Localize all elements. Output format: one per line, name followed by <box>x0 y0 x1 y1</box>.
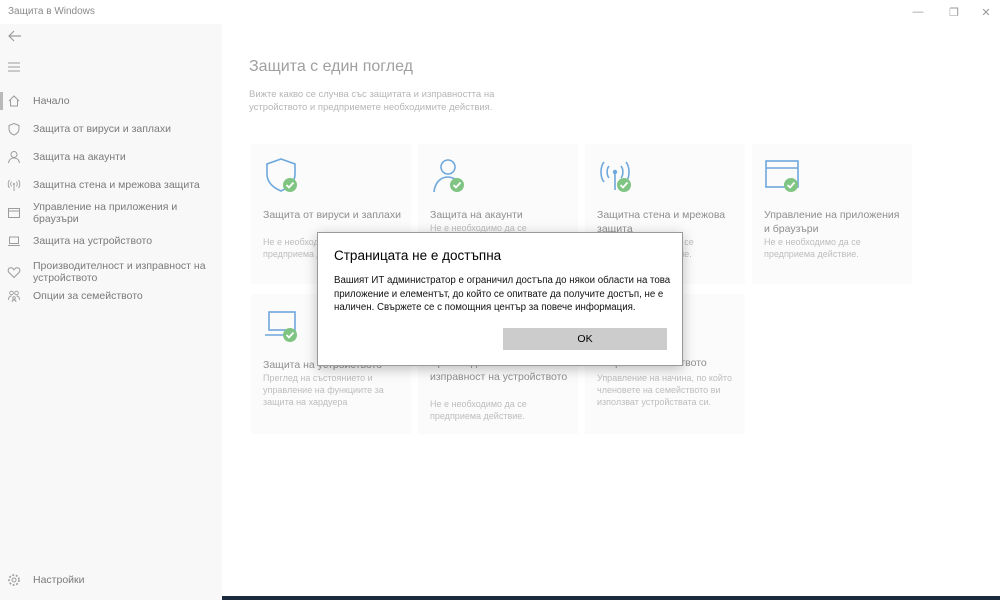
window-title: Защита в Windows <box>8 6 95 17</box>
sidebar-item-family-options[interactable]: Опции за семейството <box>0 283 222 309</box>
sidebar-item-label: Настройки <box>33 574 85 586</box>
gear-icon <box>6 572 22 588</box>
sidebar-item-account-protection[interactable]: Защита на акаунти <box>0 144 222 170</box>
card-app-browser[interactable]: Управление на приложения и браузъри Не е… <box>752 144 912 284</box>
card-description: Не е необходимо да се предприема действи… <box>430 399 527 421</box>
sidebar-item-label: Производителност и изправност на устройс… <box>33 260 206 284</box>
hamburger-menu-icon[interactable] <box>6 60 22 74</box>
heart-icon <box>6 264 22 280</box>
app-browser-icon <box>6 205 22 221</box>
taskbar-edge <box>222 596 1000 600</box>
card-description: Не е необходимо да се предприема действи… <box>764 237 861 259</box>
sidebar-item-label: Защитна стена и мрежова защита <box>33 179 200 191</box>
person-check-icon <box>430 156 470 196</box>
shield-icon <box>6 121 22 137</box>
sidebar-item-label: Начало <box>33 95 70 107</box>
laptop-icon <box>6 233 22 249</box>
card-description: Преглед на състоянието и управление на ф… <box>263 373 384 407</box>
minimize-button[interactable]: — <box>900 0 936 24</box>
sidebar-item-label: Управление на приложения и браузъри <box>33 201 178 225</box>
sidebar: Начало Защита от вируси и заплахи Защита… <box>0 24 222 600</box>
sidebar-item-device-security[interactable]: Защита на устройството <box>0 228 222 254</box>
person-icon <box>6 149 22 165</box>
page-title: Защита с един поглед <box>249 58 413 75</box>
sidebar-item-label: Защита от вируси и заплахи <box>33 123 172 135</box>
active-indicator <box>0 92 3 110</box>
family-icon <box>6 288 22 304</box>
sidebar-item-firewall[interactable]: Защитна стена и мрежова защита <box>0 172 222 198</box>
app-browser-check-icon <box>764 156 804 196</box>
sidebar-item-home[interactable]: Начало <box>0 88 222 114</box>
dialog-message: Вашият ИТ администратор е ограничил дост… <box>334 275 671 313</box>
card-description: Управление на начина, по който членовете… <box>597 373 732 407</box>
sidebar-item-label: Защита на акаунти <box>33 151 126 163</box>
wireless-check-icon <box>597 156 637 196</box>
close-button[interactable]: ✕ <box>968 0 1000 24</box>
home-icon <box>6 93 22 109</box>
sidebar-item-virus-protection[interactable]: Защита от вируси и заплахи <box>0 116 222 142</box>
sidebar-item-settings[interactable]: Настройки <box>0 567 222 593</box>
access-denied-dialog: Страницата не е достъпна Вашият ИТ админ… <box>317 232 683 366</box>
ok-button[interactable]: OK <box>503 328 667 350</box>
maximize-button[interactable]: ❐ <box>936 0 972 24</box>
page-subtitle: Вижте какво се случва със защитата и изп… <box>249 89 495 113</box>
laptop-check-icon <box>263 306 303 346</box>
title-bar: Защита в Windows — ❐ ✕ <box>0 0 1000 24</box>
card-title: Защита от вируси и заплахи <box>263 209 402 221</box>
back-arrow-icon[interactable] <box>6 28 24 44</box>
sidebar-item-label: Защита на устройството <box>33 235 153 247</box>
sidebar-item-label: Опции за семейството <box>33 290 143 302</box>
dialog-title: Страницата не е достъпна <box>334 248 502 263</box>
wireless-icon <box>6 177 22 193</box>
card-title: Управление на приложения и браузъри <box>764 209 900 235</box>
shield-check-icon <box>263 156 303 196</box>
sidebar-item-app-browser[interactable]: Управление на приложения и браузъри <box>0 200 222 226</box>
card-title: Защита на акаунти <box>430 209 523 221</box>
